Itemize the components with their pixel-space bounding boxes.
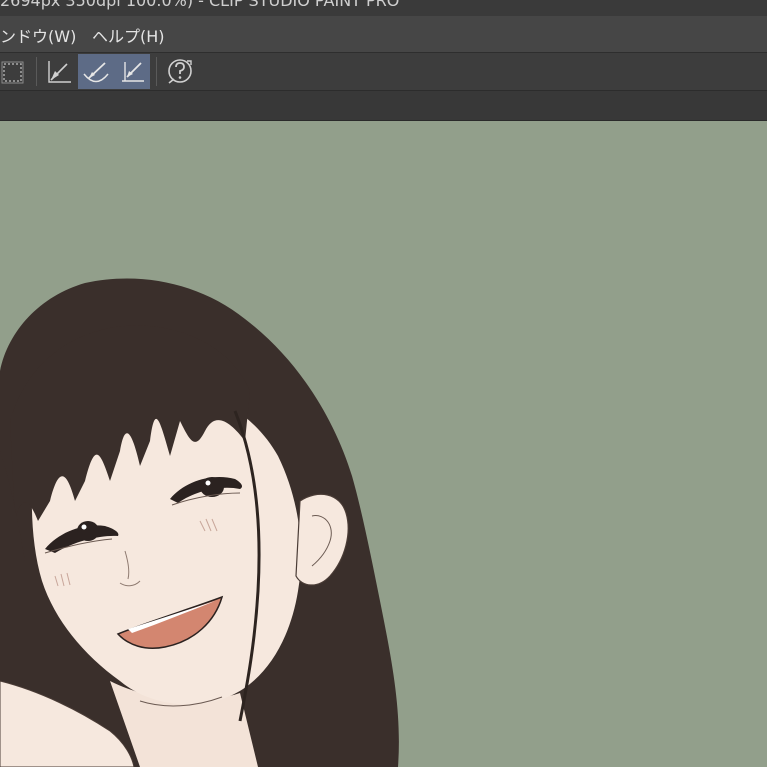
angle-ruler-button[interactable] bbox=[114, 54, 150, 89]
ruler-snap-icon bbox=[48, 60, 71, 83]
selection-frame-icon bbox=[1, 61, 24, 83]
tool-property-bar bbox=[0, 91, 767, 121]
window-title: 2694px 350dpi 100.0%) - CLIP STUDIO PAIN… bbox=[0, 0, 400, 10]
help-button[interactable] bbox=[162, 54, 198, 89]
menu-bar: ンドウ(W) ヘルプ(H) bbox=[0, 16, 767, 53]
help-question-icon bbox=[168, 58, 192, 84]
angle-ruler-icon bbox=[122, 61, 144, 82]
selection-frame-button[interactable] bbox=[0, 54, 30, 89]
command-toolbar bbox=[0, 53, 767, 91]
toolbar-separator bbox=[36, 57, 37, 86]
menu-help[interactable]: ヘルプ(H) bbox=[92, 23, 165, 47]
curve-ruler-icon bbox=[83, 61, 109, 82]
drawing-canvas[interactable] bbox=[0, 121, 767, 767]
smiling-girl-illustration-icon bbox=[0, 278, 399, 767]
toolbar-separator bbox=[156, 57, 157, 86]
ruler-snap-button[interactable] bbox=[42, 54, 78, 89]
curve-ruler-button[interactable] bbox=[78, 54, 114, 89]
window-title-bar: 2694px 350dpi 100.0%) - CLIP STUDIO PAIN… bbox=[0, 0, 767, 16]
menu-window[interactable]: ンドウ(W) bbox=[0, 23, 76, 47]
